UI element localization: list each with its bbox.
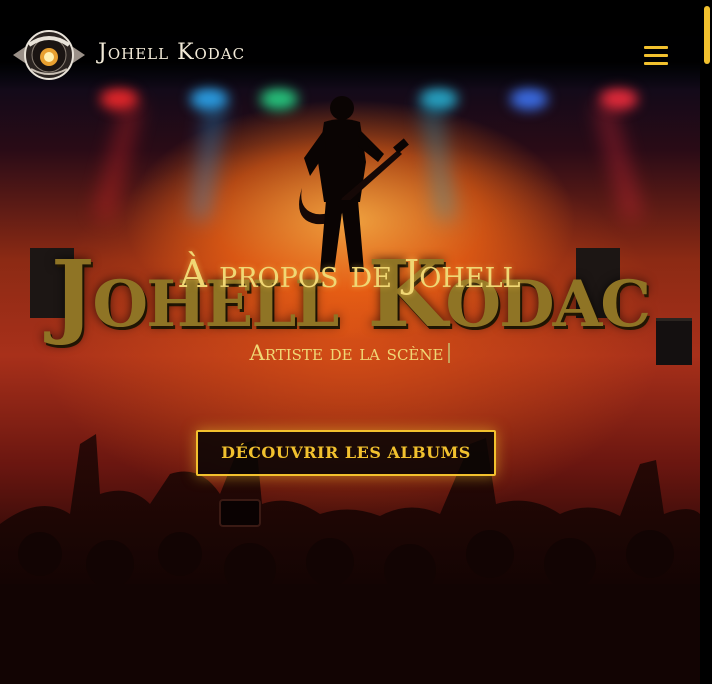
- menu-line: [644, 62, 668, 65]
- page: Johell Kodac Johell Kodac À propos de Jo…: [0, 0, 712, 684]
- johell-kodac-logo-badge-icon[interactable]: [11, 29, 87, 81]
- scrollbar-thumb[interactable]: [704, 6, 710, 64]
- hero-subtitle: Artiste de la scène: [249, 341, 444, 365]
- stage-light-blue-2: [510, 88, 548, 110]
- scrollbar-track[interactable]: [700, 0, 712, 684]
- menu-line: [644, 46, 668, 49]
- hero-subtitle-line: Artiste de la scène: [0, 341, 700, 365]
- discover-albums-button[interactable]: DÉCOUVRIR LES ALBUMS: [196, 430, 496, 476]
- hamburger-menu-icon[interactable]: [644, 44, 668, 66]
- hero-heading: À propos de Johell: [179, 252, 521, 296]
- light-beam: [421, 99, 455, 221]
- light-beam: [594, 99, 642, 221]
- site-header: Johell Kodac: [0, 0, 700, 90]
- light-beam: [191, 99, 225, 221]
- menu-line: [644, 54, 668, 57]
- typing-caret: [448, 343, 451, 363]
- site-title[interactable]: Johell Kodac: [98, 40, 245, 65]
- light-beam: [94, 99, 142, 221]
